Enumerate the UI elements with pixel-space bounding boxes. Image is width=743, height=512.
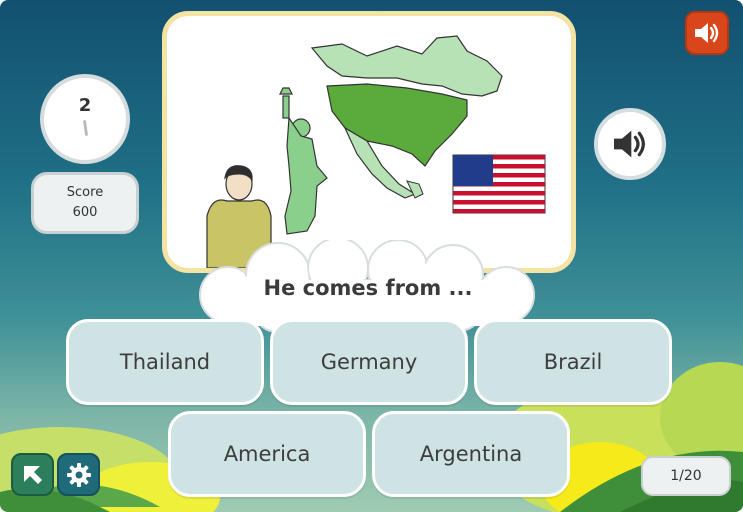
answer-button-2[interactable]: Germany bbox=[270, 319, 468, 405]
score-value: 600 bbox=[72, 205, 98, 220]
question-picture-card bbox=[162, 11, 576, 273]
gear-icon bbox=[66, 462, 91, 487]
question-progress: 1/20 bbox=[641, 456, 731, 496]
exit-button[interactable] bbox=[11, 453, 54, 496]
timer-hand bbox=[82, 119, 88, 136]
score-label: Score bbox=[66, 185, 104, 200]
answer-button-5[interactable]: Argentina bbox=[372, 411, 570, 497]
country-illustration bbox=[206, 35, 546, 268]
speaker-icon bbox=[614, 130, 645, 158]
question-text: He comes from ... bbox=[263, 276, 473, 300]
sound-toggle-button[interactable] bbox=[685, 11, 729, 55]
statue-of-liberty bbox=[279, 87, 328, 235]
answer-button-3[interactable]: Brazil bbox=[474, 319, 672, 405]
play-audio-button[interactable] bbox=[594, 108, 666, 180]
game-stage: 2 Score 600 He comes from ... Thailand G… bbox=[0, 0, 743, 512]
score-box: Score 600 bbox=[31, 172, 139, 234]
settings-button[interactable] bbox=[57, 453, 100, 496]
answer-button-1[interactable]: Thailand bbox=[66, 319, 264, 405]
timer-dial: 2 bbox=[40, 74, 130, 164]
speaker-icon bbox=[695, 23, 719, 43]
exit-arrow-icon bbox=[23, 465, 42, 484]
answer-button-4[interactable]: America bbox=[168, 411, 366, 497]
timer-value: 2 bbox=[78, 94, 92, 116]
usa-flag bbox=[452, 154, 546, 214]
